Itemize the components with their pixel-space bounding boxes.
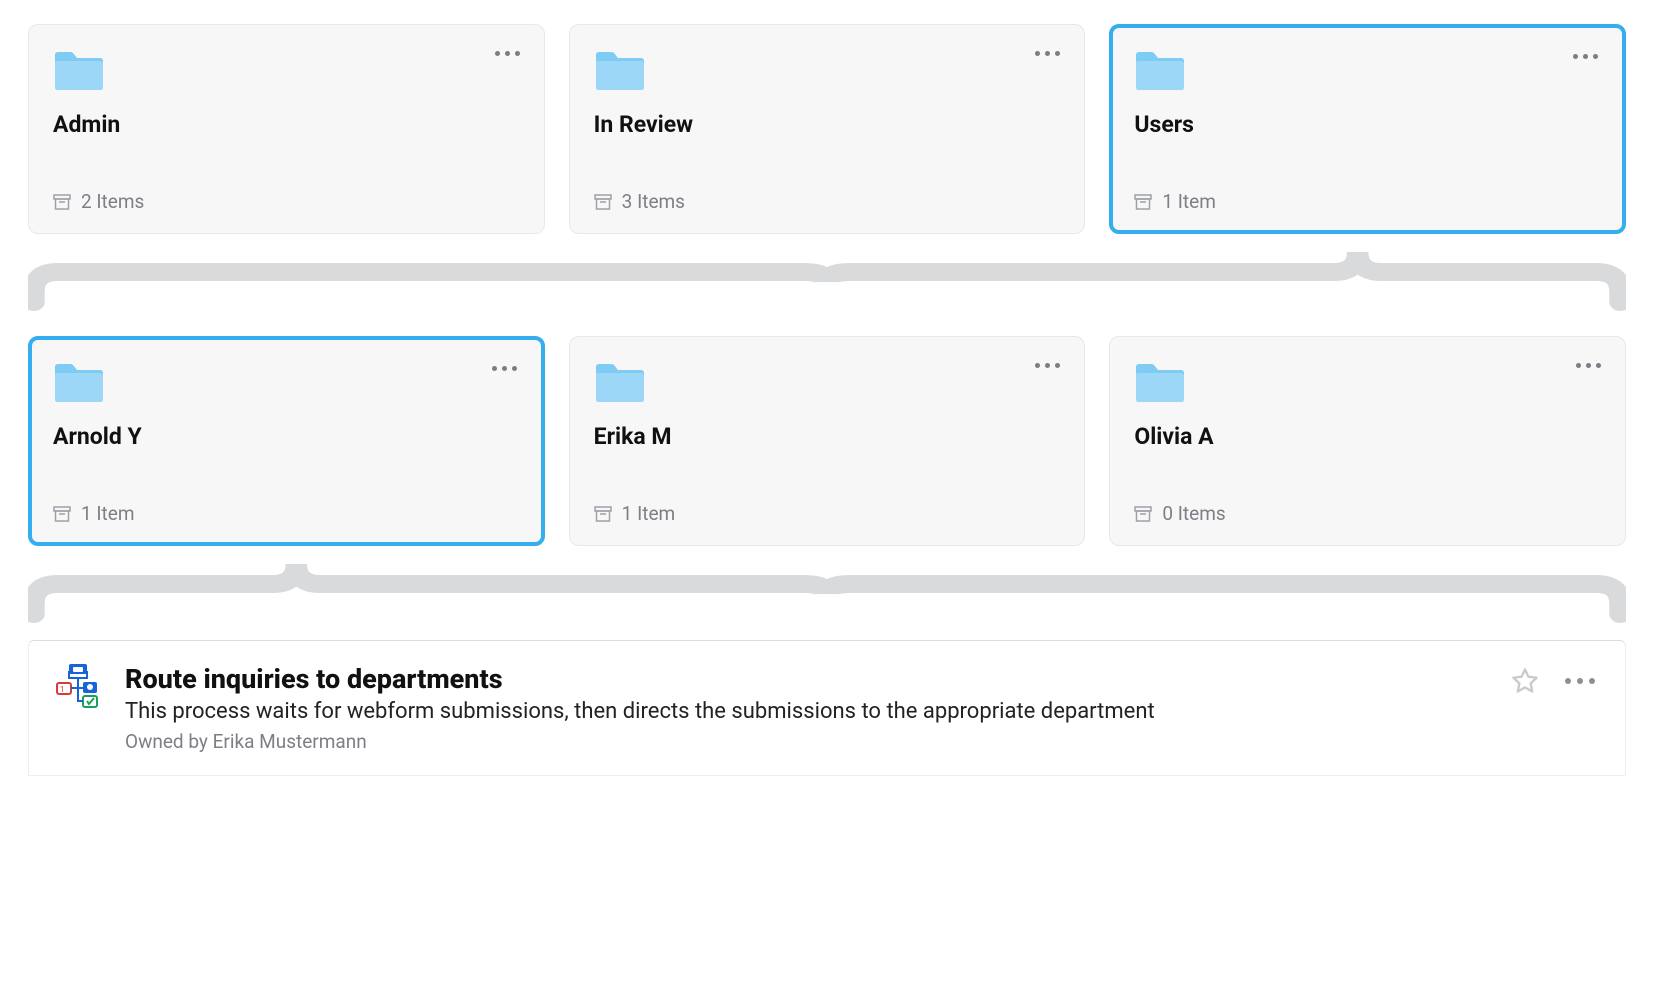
more-menu-button[interactable]	[1031, 359, 1064, 372]
process-card[interactable]: 1 Route inquiries to departments This pr…	[28, 640, 1626, 776]
folder-icon	[594, 359, 646, 403]
more-menu-button[interactable]	[488, 362, 521, 375]
folder-icon	[53, 47, 105, 91]
item-count: 1 Item	[53, 502, 520, 525]
star-icon[interactable]	[1511, 667, 1539, 695]
folder-card-admin[interactable]: Admin 2 Items	[28, 24, 545, 234]
item-count-label: 2 Items	[81, 190, 144, 213]
folder-title: Olivia A	[1134, 423, 1601, 450]
folder-title: Users	[1134, 111, 1601, 138]
svg-text:1: 1	[60, 685, 65, 694]
folder-title: Erika M	[594, 423, 1061, 450]
bracket-connector-bottom	[0, 564, 1654, 624]
folder-row-top: Admin 2 Items In Review 3 Items Users 1 …	[0, 0, 1654, 234]
folder-title: Arnold Y	[53, 423, 520, 450]
folder-title: In Review	[594, 111, 1061, 138]
process-actions	[1511, 663, 1599, 695]
more-menu-button[interactable]	[491, 47, 524, 60]
folder-row-bottom: Arnold Y 1 Item Erika M 1 Item Olivia A …	[0, 312, 1654, 546]
item-count-label: 1 Item	[81, 502, 135, 525]
archive-icon	[1134, 505, 1152, 523]
process-flow-icon: 1	[55, 663, 101, 709]
more-menu-button[interactable]	[1572, 359, 1605, 372]
folder-icon	[53, 359, 105, 403]
archive-icon	[1134, 193, 1152, 211]
process-body: Route inquiries to departments This proc…	[125, 663, 1487, 753]
process-owner: Owned by Erika Mustermann	[125, 730, 1487, 753]
item-count-label: 1 Item	[1162, 190, 1216, 213]
more-menu-button[interactable]	[1569, 50, 1602, 63]
item-count: 1 Item	[594, 502, 1061, 525]
folder-card-users[interactable]: Users 1 Item	[1109, 24, 1626, 234]
process-description: This process waits for webform submissio…	[125, 699, 1487, 724]
archive-icon	[594, 193, 612, 211]
folder-icon	[594, 47, 646, 91]
item-count: 3 Items	[594, 190, 1061, 213]
item-count-label: 1 Item	[622, 502, 676, 525]
folder-title: Admin	[53, 111, 520, 138]
item-count: 2 Items	[53, 190, 520, 213]
item-count: 1 Item	[1134, 190, 1601, 213]
archive-icon	[594, 505, 612, 523]
folder-icon	[1134, 47, 1186, 91]
archive-icon	[53, 193, 71, 211]
item-count: 0 Items	[1134, 502, 1601, 525]
archive-icon	[53, 505, 71, 523]
folder-card-erika-m[interactable]: Erika M 1 Item	[569, 336, 1086, 546]
folder-card-olivia-a[interactable]: Olivia A 0 Items	[1109, 336, 1626, 546]
process-title: Route inquiries to departments	[125, 663, 1487, 695]
folder-card-arnold-y[interactable]: Arnold Y 1 Item	[28, 336, 545, 546]
more-menu-button[interactable]	[1031, 47, 1064, 60]
bracket-connector-top	[0, 252, 1654, 312]
folder-icon	[1134, 359, 1186, 403]
folder-card-in-review[interactable]: In Review 3 Items	[569, 24, 1086, 234]
item-count-label: 0 Items	[1162, 502, 1225, 525]
more-menu-button[interactable]	[1561, 674, 1599, 688]
item-count-label: 3 Items	[622, 190, 685, 213]
